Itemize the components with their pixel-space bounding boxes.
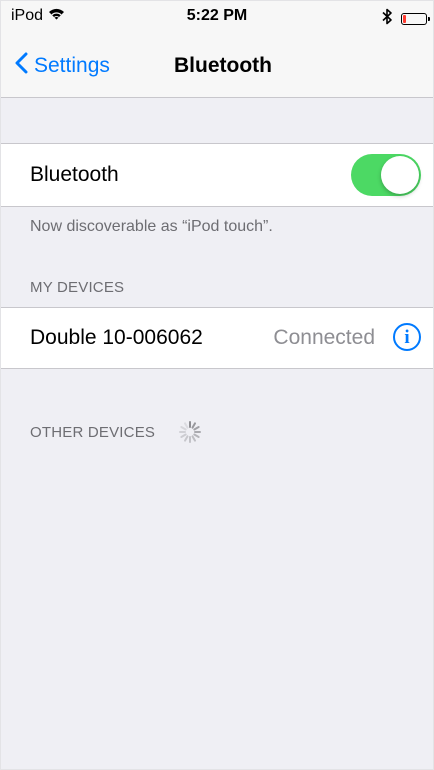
battery-tip xyxy=(428,17,430,21)
discoverable-note: Now discoverable as “iPod touch”. xyxy=(30,218,273,235)
battery-level xyxy=(403,15,406,23)
device-row[interactable]: Double 10-006062 Connected i xyxy=(1,307,433,369)
other-devices-header: OTHER DEVICES xyxy=(30,424,156,441)
status-time: 5:22 PM xyxy=(186,7,248,24)
bluetooth-toggle[interactable] xyxy=(351,154,421,196)
chevron-left-icon xyxy=(15,52,28,80)
bluetooth-setting-row: Bluetooth xyxy=(1,143,433,207)
info-icon[interactable]: i xyxy=(393,323,421,351)
back-button-label: Settings xyxy=(34,54,110,77)
device-name: Double 10-006062 xyxy=(30,326,203,349)
toggle-knob xyxy=(381,156,419,194)
page-title: Bluetooth xyxy=(174,54,272,77)
device-status: Connected xyxy=(273,326,375,349)
bluetooth-label: Bluetooth xyxy=(30,163,119,186)
status-right xyxy=(382,8,430,30)
back-button[interactable]: Settings xyxy=(15,52,110,80)
my-devices-header: MY DEVICES xyxy=(30,279,125,296)
navigation-bar: Settings Bluetooth xyxy=(1,35,433,98)
bluetooth-icon xyxy=(382,8,393,30)
status-bar: iPod 5:22 PM xyxy=(1,1,433,35)
loading-spinner-icon xyxy=(179,421,201,443)
screen: iPod 5:22 PM Settings Bluetooth Bluetoot… xyxy=(0,0,434,770)
battery-icon xyxy=(401,13,430,25)
